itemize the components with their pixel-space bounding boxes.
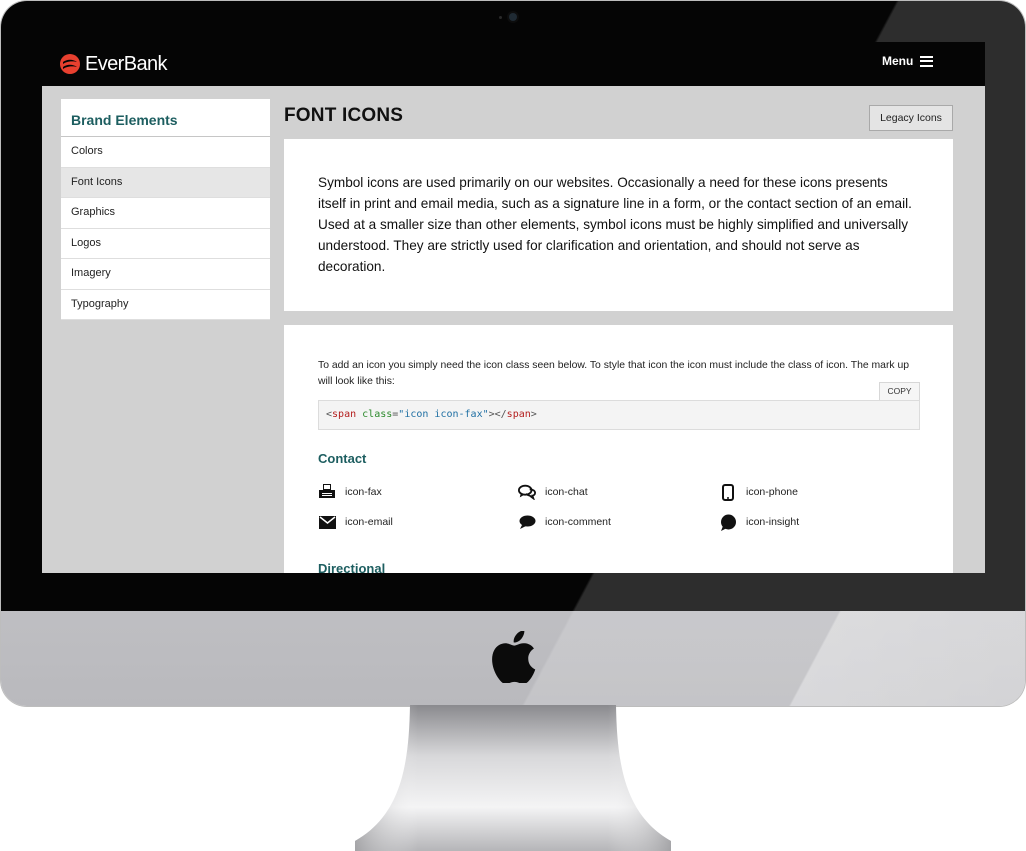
sidebar-item-typography[interactable]: Typography [61, 290, 270, 320]
everbank-logo-mark-icon [60, 54, 80, 74]
usage-instructions: To add an icon you simply need the icon … [318, 360, 910, 387]
icon-item-insight[interactable]: icon-insight [719, 513, 799, 531]
icons-card: To add an icon you simply need the icon … [284, 325, 953, 573]
icon-item-fax[interactable]: icon-fax [318, 483, 382, 501]
imac-stand [355, 705, 671, 851]
top-navigation-bar: EverBank Menu [42, 42, 985, 86]
insight-icon [719, 513, 737, 531]
icon-label: icon-comment [545, 516, 611, 528]
sidebar-item-font-icons[interactable]: Font Icons [61, 167, 270, 198]
icon-label: icon-email [345, 516, 393, 528]
code-value: "icon icon-fax" [398, 409, 489, 420]
icon-item-phone[interactable]: icon-phone [719, 483, 798, 501]
sidebar-item-imagery[interactable]: Imagery [61, 259, 270, 290]
everbank-logo[interactable]: EverBank [60, 49, 168, 79]
email-icon [318, 513, 336, 531]
section-title-contact: Contact [318, 451, 367, 466]
camera-sensor [499, 16, 502, 19]
sidebar-item-logos[interactable]: Logos [61, 229, 270, 259]
copy-button[interactable]: COPY [879, 382, 920, 400]
sidebar-title: Brand Elements [61, 99, 270, 137]
sidebar: Brand Elements Colors Font Icons Graphic… [61, 99, 270, 320]
icon-label: icon-fax [345, 486, 382, 498]
page-title: FONT ICONS [284, 105, 404, 126]
camera [509, 13, 517, 21]
section-title-directional: Directional [318, 561, 386, 573]
logo-text: EverBank [85, 52, 168, 75]
menu-label: Menu [882, 54, 914, 68]
code-attribute: class [362, 409, 393, 420]
icon-label: icon-phone [746, 486, 798, 498]
code-sample[interactable]: <span class="icon icon-fax"></span> [318, 400, 920, 430]
icon-label: icon-insight [746, 516, 800, 528]
code-end-bracket: > [530, 409, 537, 420]
sidebar-item-colors[interactable]: Colors [61, 137, 270, 168]
sidebar-item-graphics[interactable]: Graphics [61, 198, 270, 229]
icon-item-comment[interactable]: icon-comment [518, 513, 611, 531]
code-close-open: ></ [488, 409, 507, 420]
code-tag: span [332, 409, 357, 420]
icon-label: icon-chat [545, 486, 588, 498]
chat-icon [518, 483, 536, 501]
phone-icon [719, 483, 737, 501]
icon-item-chat[interactable]: icon-chat [518, 483, 588, 501]
menu-button[interactable]: Menu [882, 54, 934, 68]
intro-paragraph: Symbol icons are used primarily on our w… [318, 175, 912, 274]
apple-logo-icon [492, 631, 536, 683]
screen: EverBank Menu Brand Elements Colors Font… [42, 42, 985, 573]
icon-item-email[interactable]: icon-email [318, 513, 393, 531]
hamburger-icon [920, 55, 934, 67]
fax-icon [318, 483, 336, 501]
code-close-tag: span [506, 409, 531, 420]
comment-icon [518, 513, 536, 531]
intro-card: Symbol icons are used primarily on our w… [284, 139, 953, 311]
legacy-icons-button[interactable]: Legacy Icons [869, 105, 953, 131]
